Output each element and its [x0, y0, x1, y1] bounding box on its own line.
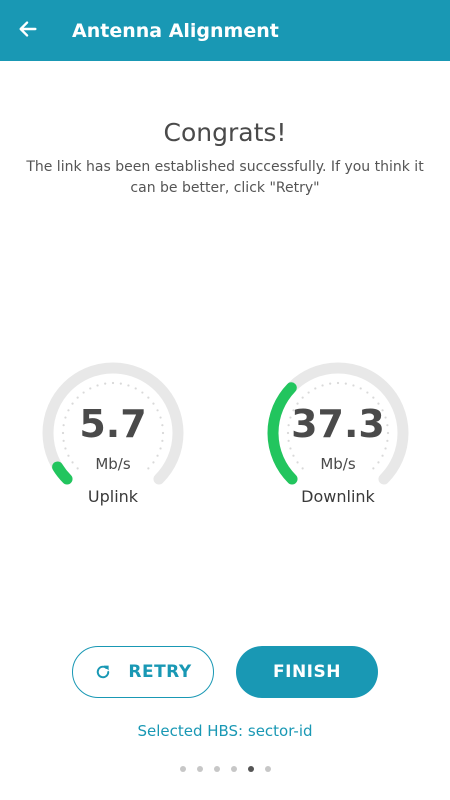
uplink-gauge-tick: [159, 447, 162, 450]
uplink-gauge-tick: [89, 387, 92, 390]
page-dot: [213, 766, 220, 772]
retry-button[interactable]: RETRY: [72, 646, 214, 698]
downlink-gauge: 37.3 Mb/s Downlink: [265, 360, 411, 510]
back-button[interactable]: [0, 0, 56, 61]
downlink-gauge-tick: [329, 382, 332, 385]
page-dot: [196, 766, 203, 772]
downlink-gauge-tick: [384, 447, 387, 450]
downlink-label: Downlink: [301, 487, 375, 506]
page-dot: [247, 766, 254, 772]
page-title: Antenna Alignment: [72, 19, 279, 42]
page-indicator: [0, 766, 450, 772]
page-dot: [179, 766, 186, 772]
downlink-gauge-tick: [301, 396, 304, 399]
uplink-gauge-tick: [119, 382, 122, 385]
finish-label: FINISH: [273, 662, 341, 682]
downlink-gauge-tick: [314, 387, 317, 390]
downlink-gauge-tick: [372, 396, 375, 399]
uplink-gauge: 5.7 Mb/s Uplink: [40, 360, 186, 510]
selected-hbs: Selected HBS: sector-id: [137, 722, 313, 740]
downlink-gauge-tick: [366, 391, 369, 394]
downlink-gauge-tick: [289, 447, 292, 450]
uplink-unit: Mb/s: [95, 455, 131, 473]
result-message: The link has been established successful…: [26, 159, 424, 196]
downlink-gauge-tick: [359, 387, 362, 390]
downlink-gauge-tick: [321, 384, 324, 387]
downlink-unit: Mb/s: [320, 455, 356, 473]
app-bar: Antenna Alignment: [0, 0, 450, 61]
uplink-gauge-tick: [111, 381, 115, 385]
uplink-value: 5.7: [79, 402, 147, 446]
uplink-gauge-tick: [82, 391, 85, 394]
finish-button[interactable]: FINISH: [236, 646, 378, 698]
downlink-gauge-tick: [344, 382, 347, 385]
uplink-gauge-tick: [134, 387, 137, 390]
downlink-value: 37.3: [291, 402, 385, 446]
downlink-gauge-tick: [307, 391, 310, 394]
uplink-gauge-tick: [147, 396, 150, 399]
uplink-gauge-tick: [64, 447, 67, 450]
uplink-label: Uplink: [87, 487, 139, 506]
uplink-gauge-tick: [141, 391, 144, 394]
result-heading: Congrats!: [163, 118, 287, 147]
downlink-gauge-tick: [336, 381, 340, 385]
uplink-gauge-tick: [127, 384, 130, 387]
uplink-gauge-tick: [76, 396, 79, 399]
page-dot: [264, 766, 271, 772]
refresh-icon: [94, 663, 112, 681]
retry-label: RETRY: [128, 662, 192, 682]
uplink-gauge-tick: [96, 384, 99, 387]
downlink-gauge-tick: [352, 384, 355, 387]
arrow-left-icon: [17, 18, 39, 44]
page-dot: [230, 766, 237, 772]
uplink-gauge-tick: [104, 382, 107, 385]
